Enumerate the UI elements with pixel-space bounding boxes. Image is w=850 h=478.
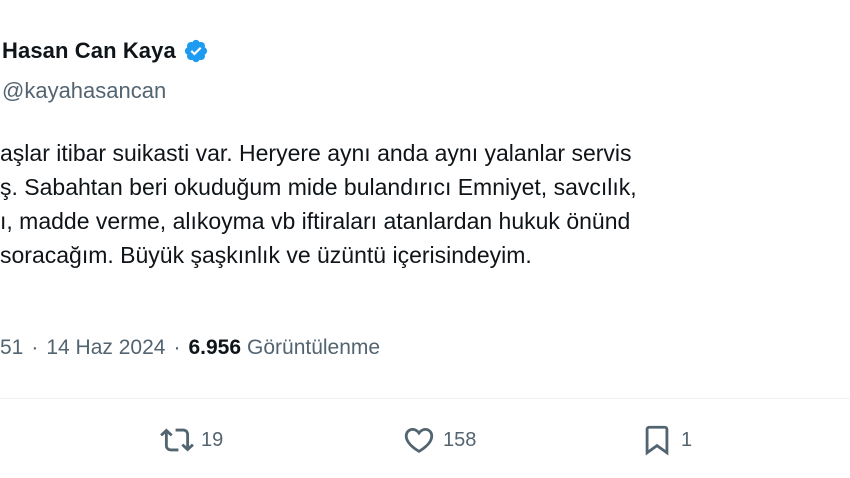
author-handle[interactable]: @kayahasancan [2, 78, 166, 104]
views-label: Görüntülenme [247, 336, 381, 359]
retweet-icon [160, 423, 194, 457]
author-name[interactable]: Hasan Can Kaya [2, 38, 176, 64]
like-button[interactable]: 158 [402, 420, 476, 460]
tweet-text-line: soracağım. Büyük şaşkınlık ve üzüntü içe… [0, 242, 532, 268]
bookmark-icon [640, 423, 674, 457]
author-name-row: Hasan Can Kaya [2, 38, 209, 64]
tweet-date[interactable]: 14 Haz 2024 [46, 336, 165, 360]
tweet-text: aşlar itibar suikasti var. Heryere aynı … [0, 136, 850, 272]
bookmark-button[interactable]: 1 [640, 420, 692, 460]
divider [0, 398, 850, 399]
retweet-count: 19 [201, 428, 224, 451]
views-count: 6.956 [188, 336, 242, 359]
tweet-actions: 19 158 1 [0, 420, 850, 460]
tweet-text-line: ı, madde verme, alıkoyma vb iftiraları a… [0, 208, 631, 234]
tweet-detail: Hasan Can Kaya @kayahasancan aşlar itiba… [0, 0, 850, 478]
meta-separator: · [173, 336, 181, 359]
verified-badge-icon[interactable] [183, 38, 209, 64]
meta-separator: · [31, 336, 39, 359]
tweet-time[interactable]: 51 [0, 336, 23, 360]
tweet-meta: 51 · 14 Haz 2024 · 6.956 Görüntülenme [0, 336, 380, 360]
like-count: 158 [443, 428, 477, 451]
heart-icon [402, 423, 436, 457]
retweet-button[interactable]: 19 [160, 420, 223, 460]
tweet-text-line: aşlar itibar suikasti var. Heryere aynı … [0, 140, 632, 166]
bookmark-count: 1 [681, 428, 693, 451]
tweet-text-line: ş. Sabahtan beri okuduğum mide bulandırı… [0, 174, 637, 200]
